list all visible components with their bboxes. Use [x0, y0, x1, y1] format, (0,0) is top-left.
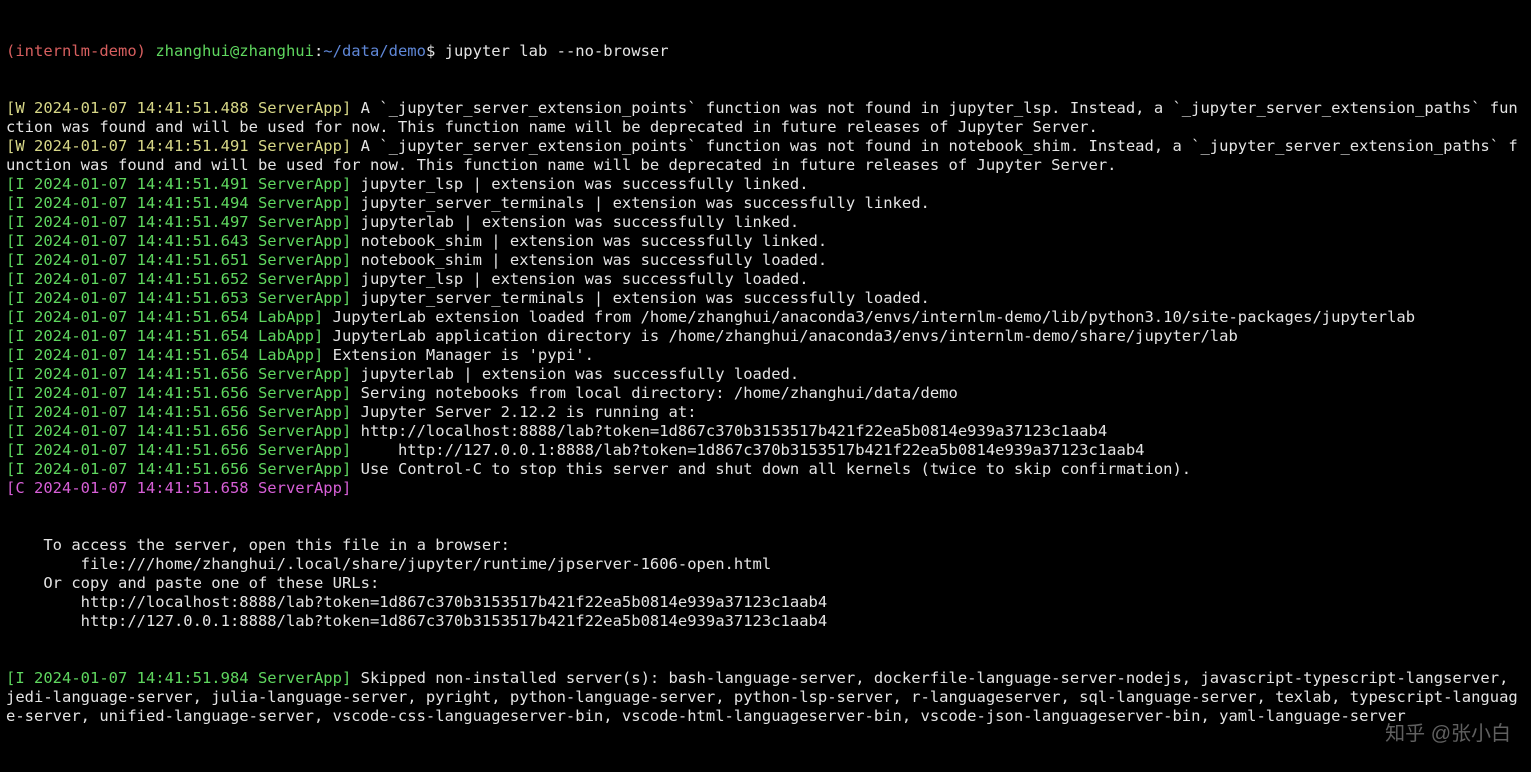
log-message: jupyter_server_terminals | extension was…	[351, 289, 930, 307]
log-message: jupyterlab | extension was successfully …	[351, 365, 799, 383]
log-message: JupyterLab extension loaded from /home/z…	[323, 308, 1415, 326]
log-message: Serving notebooks from local directory: …	[351, 384, 958, 402]
log-prefix: [I 2024-01-07 14:41:51.651 ServerApp]	[6, 251, 351, 269]
log-message: jupyterlab | extension was successfully …	[351, 213, 799, 231]
log-prefix: [C 2024-01-07 14:41:51.658 ServerApp]	[6, 479, 351, 497]
info-line: Or copy and paste one of these URLs:	[6, 574, 1525, 593]
log-prefix: [W 2024-01-07 14:41:51.488 ServerApp]	[6, 99, 351, 117]
log-line: [I 2024-01-07 14:41:51.984 ServerApp] Sk…	[6, 669, 1525, 726]
log-line: [I 2024-01-07 14:41:51.656 ServerApp] Se…	[6, 384, 1525, 403]
log-prefix: [I 2024-01-07 14:41:51.654 LabApp]	[6, 346, 323, 364]
prompt-sep: :	[314, 42, 323, 60]
log-message: jupyter_lsp | extension was successfully…	[351, 175, 808, 193]
log-prefix: [I 2024-01-07 14:41:51.653 ServerApp]	[6, 289, 351, 307]
log-line: [I 2024-01-07 14:41:51.643 ServerApp] no…	[6, 232, 1525, 251]
log-message: Jupyter Server 2.12.2 is running at:	[351, 403, 696, 421]
log-prefix: [I 2024-01-07 14:41:51.656 ServerApp]	[6, 422, 351, 440]
log-message: Use Control-C to stop this server and sh…	[351, 460, 1191, 478]
log-line: [W 2024-01-07 14:41:51.488 ServerApp] A …	[6, 99, 1525, 137]
watermark-text: 知乎 @张小白	[1385, 725, 1511, 744]
log-prefix: [I 2024-01-07 14:41:51.656 ServerApp]	[6, 384, 351, 402]
log-message: jupyter_lsp | extension was successfully…	[351, 270, 808, 288]
log-prefix: [W 2024-01-07 14:41:51.491 ServerApp]	[6, 137, 351, 155]
log-line: [I 2024-01-07 14:41:51.497 ServerApp] ju…	[6, 213, 1525, 232]
log-message: notebook_shim | extension was successful…	[351, 251, 827, 269]
log-prefix: [I 2024-01-07 14:41:51.654 LabApp]	[6, 327, 323, 345]
cwd-path: ~/data/demo	[323, 42, 426, 60]
log-line: [I 2024-01-07 14:41:51.656 ServerApp] Ju…	[6, 403, 1525, 422]
log-prefix: [I 2024-01-07 14:41:51.656 ServerApp]	[6, 403, 351, 421]
log-message: Extension Manager is 'pypi'.	[323, 346, 594, 364]
log-prefix: [I 2024-01-07 14:41:51.652 ServerApp]	[6, 270, 351, 288]
terminal-output[interactable]: (internlm-demo) zhanghui@zhanghui:~/data…	[0, 0, 1531, 772]
log-prefix: [I 2024-01-07 14:41:51.497 ServerApp]	[6, 213, 351, 231]
log-prefix: [I 2024-01-07 14:41:51.656 ServerApp]	[6, 441, 351, 459]
log-prefix: [I 2024-01-07 14:41:51.491 ServerApp]	[6, 175, 351, 193]
log-line: [I 2024-01-07 14:41:51.491 ServerApp] ju…	[6, 175, 1525, 194]
conda-env: (internlm-demo)	[6, 42, 155, 60]
entered-command: jupyter lab --no-browser	[445, 42, 669, 60]
log-line: [I 2024-01-07 14:41:51.656 ServerApp] Us…	[6, 460, 1525, 479]
log-line: [I 2024-01-07 14:41:51.654 LabApp] Jupyt…	[6, 327, 1525, 346]
prompt-line: (internlm-demo) zhanghui@zhanghui:~/data…	[6, 42, 1525, 61]
log-message: jupyter_server_terminals | extension was…	[351, 194, 930, 212]
log-prefix: [I 2024-01-07 14:41:51.656 ServerApp]	[6, 460, 351, 478]
log-message: JupyterLab application directory is /hom…	[323, 327, 1238, 345]
info-line: file:///home/zhanghui/.local/share/jupyt…	[6, 555, 1525, 574]
log-line: [C 2024-01-07 14:41:51.658 ServerApp]	[6, 479, 1525, 498]
log-line: [I 2024-01-07 14:41:51.651 ServerApp] no…	[6, 251, 1525, 270]
log-message: notebook_shim | extension was successful…	[351, 232, 827, 250]
log-line: [I 2024-01-07 14:41:51.654 LabApp] Jupyt…	[6, 308, 1525, 327]
log-prefix: [I 2024-01-07 14:41:51.654 LabApp]	[6, 308, 323, 326]
log-line: [I 2024-01-07 14:41:51.656 ServerApp] ht…	[6, 441, 1525, 460]
log-line: [I 2024-01-07 14:41:51.656 ServerApp] ju…	[6, 365, 1525, 384]
log-line: [I 2024-01-07 14:41:51.494 ServerApp] ju…	[6, 194, 1525, 213]
log-line: [W 2024-01-07 14:41:51.491 ServerApp] A …	[6, 137, 1525, 175]
prompt-dollar: $	[426, 42, 445, 60]
user-host: zhanghui@zhanghui	[155, 42, 314, 60]
log-prefix: [I 2024-01-07 14:41:51.494 ServerApp]	[6, 194, 351, 212]
log-prefix: [I 2024-01-07 14:41:51.656 ServerApp]	[6, 365, 351, 383]
info-line: To access the server, open this file in …	[6, 536, 1525, 555]
log-line: [I 2024-01-07 14:41:51.656 ServerApp] ht…	[6, 422, 1525, 441]
log-prefix: [I 2024-01-07 14:41:51.984 ServerApp]	[6, 669, 351, 687]
log-prefix: [I 2024-01-07 14:41:51.643 ServerApp]	[6, 232, 351, 250]
log-message: http://127.0.0.1:8888/lab?token=1d867c37…	[351, 441, 1144, 459]
log-line: [I 2024-01-07 14:41:51.653 ServerApp] ju…	[6, 289, 1525, 308]
log-line: [I 2024-01-07 14:41:51.654 LabApp] Exten…	[6, 346, 1525, 365]
info-line: http://localhost:8888/lab?token=1d867c37…	[6, 593, 1525, 612]
log-message: http://localhost:8888/lab?token=1d867c37…	[351, 422, 1107, 440]
log-line: [I 2024-01-07 14:41:51.652 ServerApp] ju…	[6, 270, 1525, 289]
